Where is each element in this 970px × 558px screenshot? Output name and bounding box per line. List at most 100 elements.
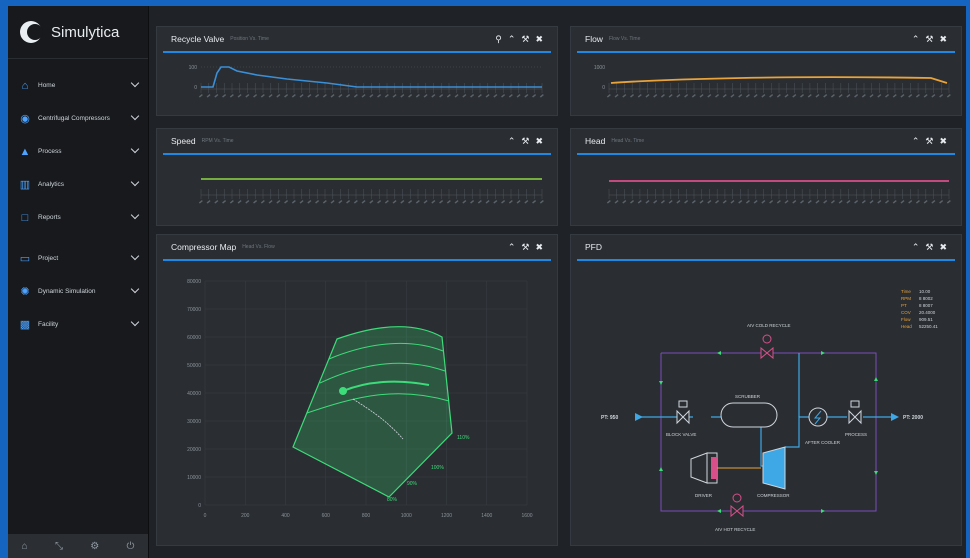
collapse-icon[interactable]: ⌃ (912, 136, 920, 147)
wrench-icon[interactable]: ⚒ (925, 136, 933, 147)
panel-tools: ⌃ ⚒ ✖ (912, 242, 947, 253)
readout-label: COV (901, 310, 911, 315)
close-icon[interactable]: ✖ (535, 242, 543, 253)
time-tick-label (707, 93, 712, 98)
wrench-icon[interactable]: ⚒ (521, 242, 529, 253)
time-tick-label (622, 199, 627, 204)
time-tick (608, 189, 610, 199)
time-tick (747, 189, 749, 199)
time-tick (817, 83, 818, 93)
sidebar-item-project[interactable]: ▭ Project (8, 242, 148, 275)
time-tick-label (470, 199, 475, 204)
close-icon[interactable]: ✖ (535, 34, 543, 45)
sidebar-item-reports[interactable]: □ Reports (8, 201, 148, 234)
time-tick (809, 189, 811, 199)
time-tick (378, 189, 380, 199)
time-tick-label (653, 93, 658, 98)
time-tick (254, 83, 256, 93)
time-tick-label (823, 93, 828, 98)
time-tick-label (892, 199, 897, 204)
time-tick-label (838, 199, 843, 204)
time-tick (270, 83, 272, 93)
readout-value: 10.00 (919, 289, 931, 294)
zoom-icon[interactable]: ⚲ (495, 34, 502, 45)
readout-value: 8 8002 (919, 296, 933, 301)
time-tick-label (877, 199, 882, 204)
time-tick-label (653, 199, 658, 204)
time-tick (794, 189, 795, 199)
readout-value: 52250.41 (919, 324, 938, 329)
time-tick-label (877, 93, 882, 98)
collapse-icon[interactable]: ⌃ (912, 242, 920, 253)
time-tick (216, 189, 217, 199)
time-tick-label (516, 199, 521, 204)
time-tick (347, 83, 349, 93)
block-valve (676, 400, 690, 425)
sidebar-item-process[interactable]: ▲ Process (8, 135, 148, 168)
speed-chart (198, 178, 544, 204)
time-tick-label (885, 93, 890, 98)
time-tick (301, 83, 303, 93)
time-tick (778, 83, 780, 93)
chevron-down-icon[interactable] (130, 144, 140, 154)
wrench-icon[interactable]: ⚒ (521, 136, 529, 147)
collapse-icon[interactable]: ⌃ (912, 34, 920, 45)
panel-header: Head Head Vs. Time ⌃ ⚒ ✖ (577, 129, 955, 155)
x-tick-label: 600 (322, 513, 331, 519)
time-tick-label (815, 93, 820, 98)
collapse-icon[interactable]: ⌃ (508, 242, 516, 253)
chevron-down-icon[interactable] (130, 177, 140, 187)
sidebar-item-facility[interactable]: ▩ Facility (8, 308, 148, 341)
time-tick-label (431, 93, 436, 98)
time-tick (925, 83, 927, 93)
panel-title: Recycle Valve (171, 34, 225, 44)
sidebar-item-centrifugal-compressors[interactable]: ◉ Centrifugal Compressors (8, 102, 148, 135)
time-tick (755, 83, 757, 93)
chevron-down-icon[interactable] (130, 78, 140, 88)
chevron-down-icon[interactable] (130, 251, 140, 261)
panel-header: Speed RPM Vs. Time ⌃ ⚒ ✖ (163, 129, 551, 155)
settings-icon[interactable]: ⚙ (90, 541, 99, 552)
sidebar-item-analytics[interactable]: ▥ Analytics (8, 168, 148, 201)
chevron-down-icon[interactable] (130, 210, 140, 220)
sidebar-item-dynamic-simulation[interactable]: ✺ Dynamic Simulation (8, 275, 148, 308)
close-icon[interactable]: ✖ (939, 34, 947, 45)
close-icon[interactable]: ✖ (939, 136, 947, 147)
time-tick-label (900, 93, 905, 98)
close-icon[interactable]: ✖ (535, 136, 543, 147)
readout-value: 909.51 (919, 317, 933, 322)
time-tick-label (237, 93, 242, 98)
close-icon[interactable]: ✖ (939, 242, 947, 253)
compressor-map-panel: Compressor Map Head Vs. Flow ⌃ ⚒ ✖ 80000… (156, 234, 558, 546)
chevron-down-icon[interactable] (130, 284, 140, 294)
compressor-unit (762, 446, 786, 490)
wrench-icon[interactable]: ⚒ (521, 34, 529, 45)
head-panel: Head Head Vs. Time ⌃ ⚒ ✖ (570, 128, 962, 226)
wrench-icon[interactable]: ⚒ (925, 34, 933, 45)
collapse-icon[interactable]: ⌃ (508, 34, 516, 45)
expand-icon[interactable]: ⤡ (55, 541, 63, 552)
time-tick (801, 83, 803, 93)
time-tick (786, 83, 788, 93)
time-tick (270, 189, 272, 199)
power-icon[interactable]: ⏻ (126, 541, 134, 552)
compressor-icon: ◉ (20, 113, 30, 125)
chevron-down-icon[interactable] (130, 317, 140, 327)
time-tick-label (931, 93, 936, 98)
time-tick (871, 83, 873, 93)
speed-line-label: 90% (407, 481, 418, 487)
brand[interactable]: Simulytica (8, 6, 148, 59)
time-tick-label (415, 93, 420, 98)
time-tick (639, 83, 641, 93)
time-tick (394, 189, 396, 199)
time-tick (940, 83, 942, 93)
time-tick (347, 189, 349, 199)
sidebar-item-home[interactable]: ⌂ Home (8, 69, 148, 102)
collapse-icon[interactable]: ⌃ (508, 136, 516, 147)
y-tick-label: 0 (602, 85, 605, 91)
wrench-icon[interactable]: ⚒ (925, 242, 933, 253)
time-tick (371, 189, 372, 199)
time-tick (732, 189, 733, 199)
home-icon[interactable]: ⌂ (22, 541, 28, 552)
chevron-down-icon[interactable] (130, 111, 140, 121)
